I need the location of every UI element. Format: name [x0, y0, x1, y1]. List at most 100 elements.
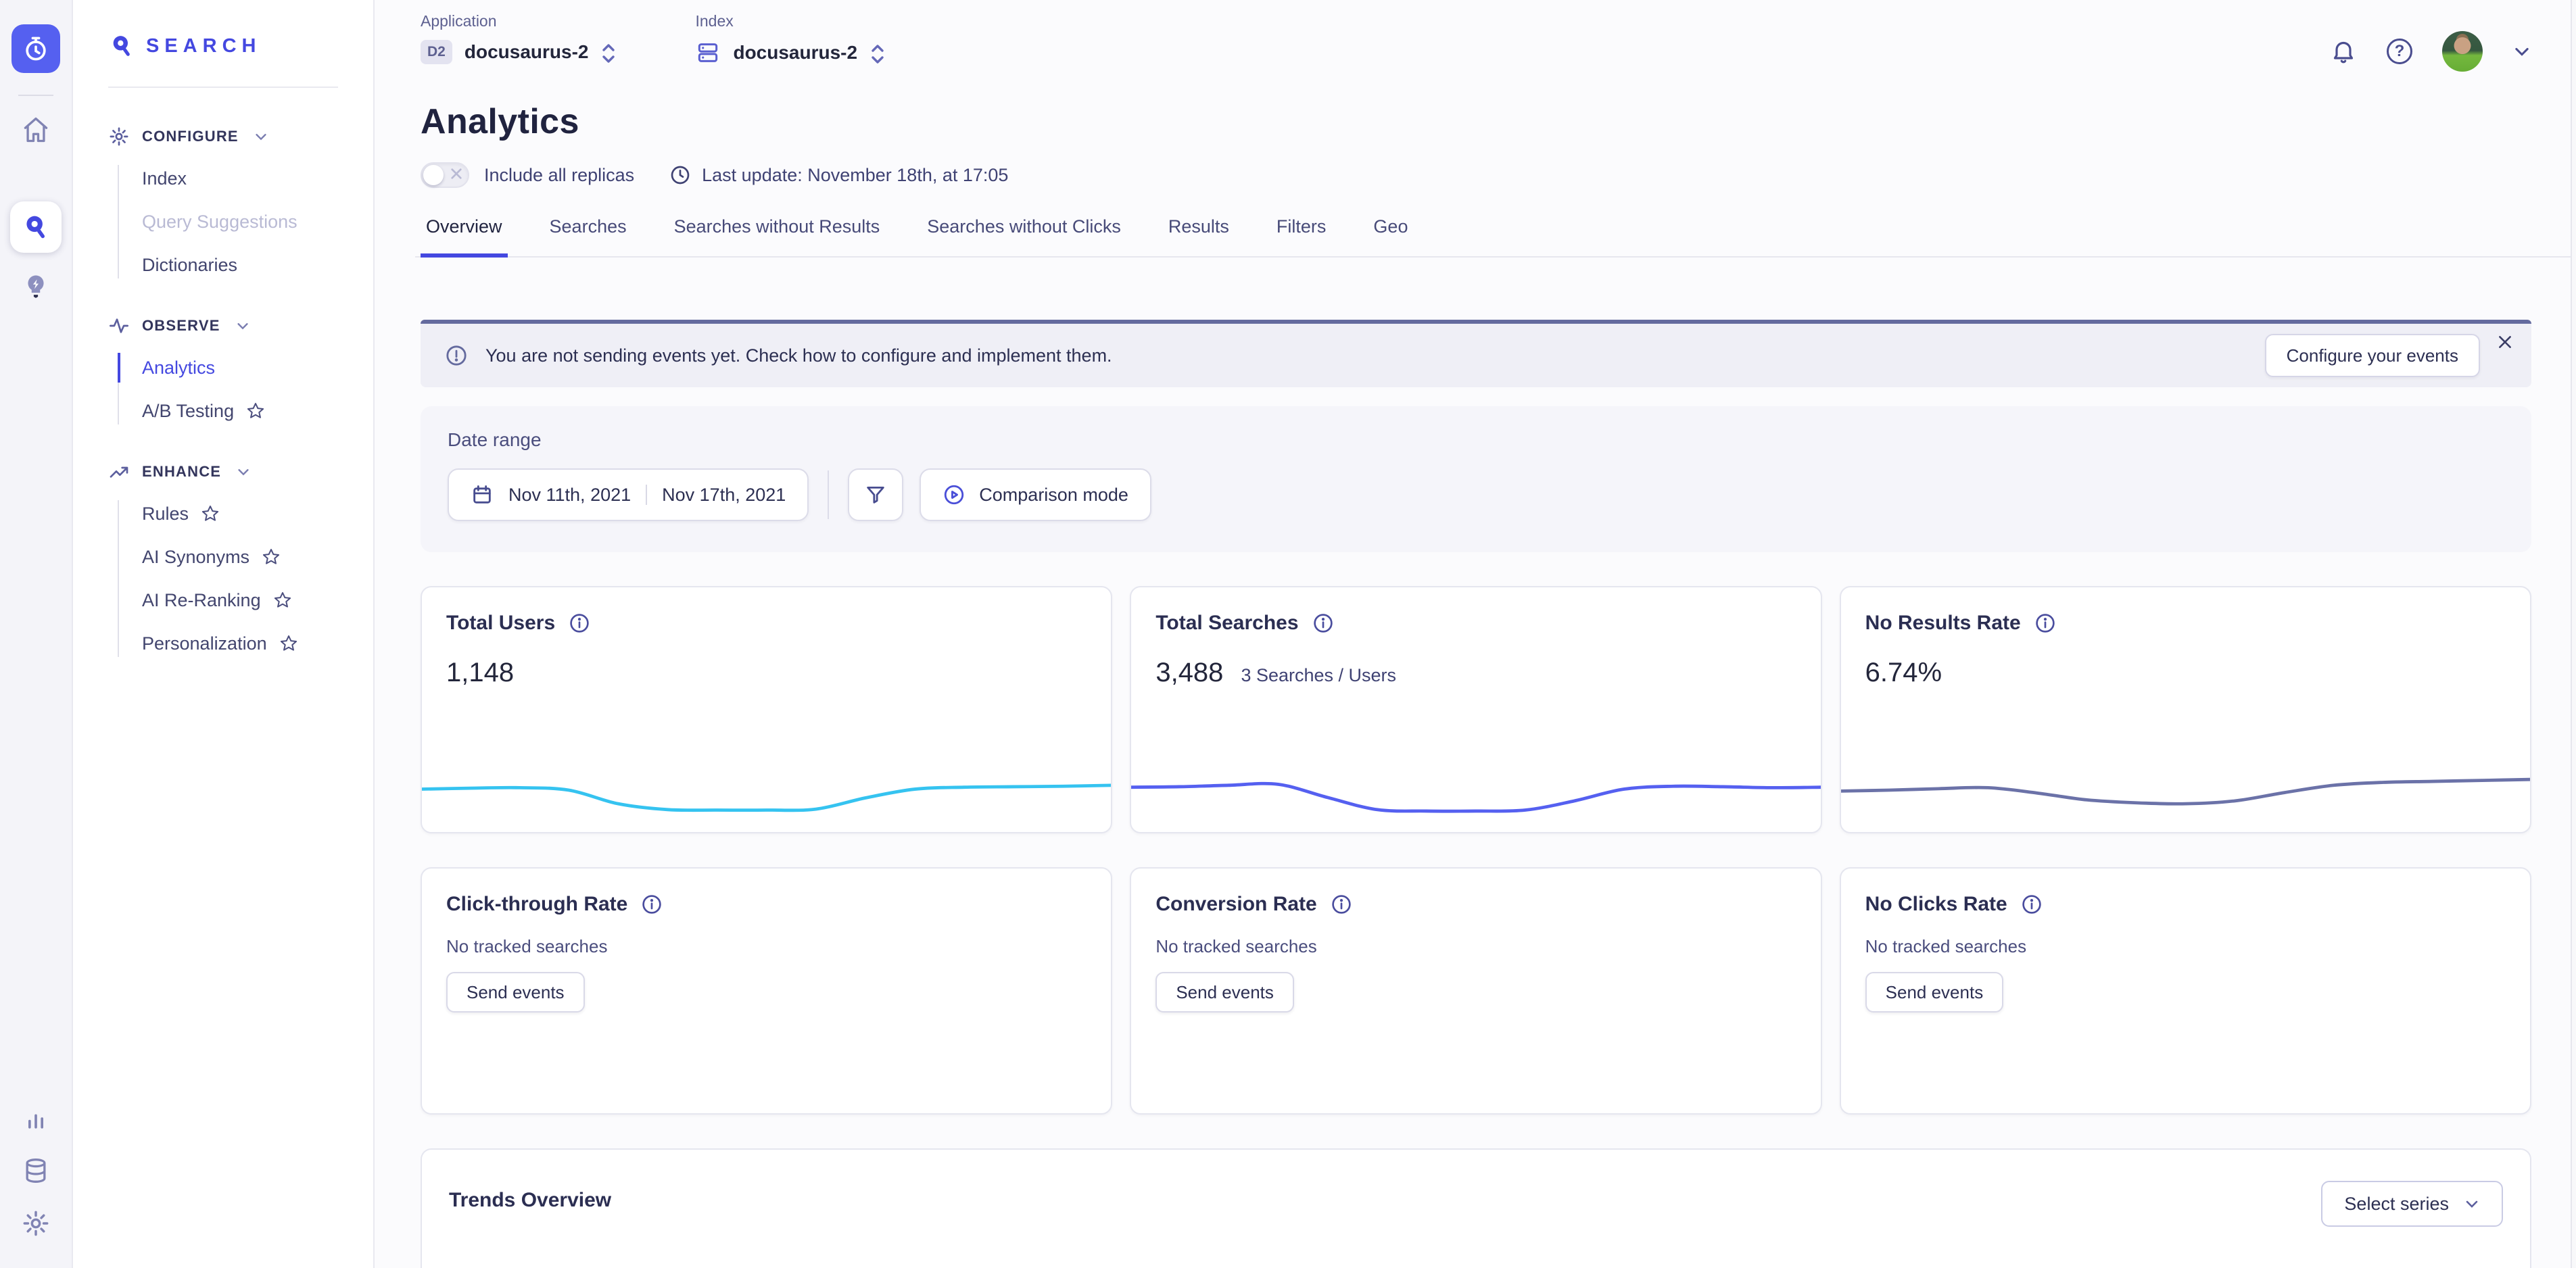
- info-icon[interactable]: [2021, 894, 2043, 915]
- filter-button[interactable]: [848, 468, 903, 521]
- nav-section-configure: CONFIGURE Index Query Suggestions Dictio…: [108, 126, 341, 278]
- events-banner: You are not sending events yet. Check ho…: [421, 320, 2531, 387]
- select-arrows-icon: [600, 41, 617, 63]
- search-logo[interactable]: SEARCH: [73, 0, 373, 87]
- date-end: Nov 17th, 2021: [662, 485, 786, 506]
- toggle-knob: [423, 165, 444, 185]
- sidebar-item-ab-testing[interactable]: A/B Testing: [142, 400, 341, 422]
- sidebar-item-personalization[interactable]: Personalization: [142, 633, 341, 654]
- account-chevron-down-icon[interactable]: [2512, 42, 2531, 61]
- star-icon[interactable]: [273, 591, 292, 610]
- tab-geo[interactable]: Geo: [1368, 216, 1413, 258]
- database-icon[interactable]: [21, 1156, 51, 1186]
- info-icon[interactable]: [2034, 612, 2056, 634]
- info-icon[interactable]: [1312, 612, 1334, 634]
- sidebar-item-label: Dictionaries: [142, 254, 237, 276]
- comparison-mode-button[interactable]: Comparison mode: [920, 468, 1151, 521]
- sidebar-item-label: AI Re-Ranking: [142, 589, 261, 611]
- tab-searches-without-results[interactable]: Searches without Results: [669, 216, 886, 258]
- icon-rail: [0, 0, 73, 1268]
- nav-section-header-enhance[interactable]: ENHANCE: [108, 461, 341, 483]
- kpi-value: 1,148: [446, 658, 514, 688]
- star-icon[interactable]: [262, 547, 281, 566]
- sidebar: SEARCH CONFIGURE Index: [73, 0, 375, 1268]
- notifications-bell-icon[interactable]: [2330, 38, 2357, 65]
- sidebar-item-index[interactable]: Index: [142, 168, 341, 189]
- tab-searches-without-clicks[interactable]: Searches without Clicks: [922, 216, 1126, 258]
- configure-events-button[interactable]: Configure your events: [2265, 334, 2480, 377]
- application-selector[interactable]: Application D2 docusaurus-2: [421, 12, 617, 64]
- settings-gear-icon[interactable]: [21, 1209, 51, 1238]
- nav-section-header-configure[interactable]: CONFIGURE: [108, 126, 341, 147]
- index-value: docusaurus-2: [733, 42, 857, 64]
- info-icon[interactable]: [1331, 894, 1352, 915]
- toggle-off[interactable]: [421, 162, 469, 188]
- scrollbar-track: [2571, 0, 2576, 1268]
- kpi-value: 6.74%: [1865, 658, 1942, 688]
- info-icon[interactable]: [641, 894, 663, 915]
- top-header: Application D2 docusaurus-2 Index: [421, 0, 2531, 72]
- kpi-empty-state: No tracked searches: [1865, 936, 2506, 957]
- kpi-card-no-clicks-rate: No Clicks Rate No tracked searches Send …: [1840, 867, 2531, 1115]
- index-selector[interactable]: Index docusaurus-2: [695, 12, 886, 66]
- kpi-note: 3 Searches / Users: [1241, 665, 1396, 686]
- nav-section-header-observe[interactable]: OBSERVE: [108, 315, 341, 337]
- kpi-card-total-searches: Total Searches 3,488 3 Searches / Users: [1130, 586, 1821, 833]
- tab-filters[interactable]: Filters: [1271, 216, 1332, 258]
- sidebar-item-analytics[interactable]: Analytics: [142, 357, 341, 379]
- help-icon[interactable]: ?: [2387, 39, 2412, 64]
- star-icon[interactable]: [279, 634, 298, 653]
- kpi-empty-state: No tracked searches: [446, 936, 1087, 957]
- tab-overview[interactable]: Overview: [421, 216, 508, 258]
- sparkline-total-searches: [1130, 760, 1821, 820]
- controls-divider: [828, 470, 829, 519]
- sidebar-item-query-suggestions[interactable]: Query Suggestions: [142, 211, 341, 233]
- search-pin-icon: [108, 32, 135, 59]
- chevron-down-icon: [2464, 1196, 2480, 1212]
- sidebar-item-ai-synonyms[interactable]: AI Synonyms: [142, 546, 341, 568]
- application-label: Application: [421, 12, 617, 30]
- sidebar-item-label: AI Synonyms: [142, 546, 249, 568]
- select-series-button[interactable]: Select series: [2321, 1181, 2503, 1227]
- include-replicas-toggle[interactable]: Include all replicas: [421, 162, 634, 188]
- close-icon[interactable]: [2496, 333, 2514, 351]
- send-events-button[interactable]: Send events: [1155, 972, 1294, 1013]
- sparkline-no-results-rate: [1840, 760, 2531, 820]
- chevron-down-icon: [236, 464, 251, 479]
- last-update-text: Last update: November 18th, at 17:05: [702, 165, 1008, 186]
- nav-section-observe: OBSERVE Analytics A/B Testing: [108, 315, 341, 424]
- play-circle-icon: [943, 483, 965, 506]
- kpi-row-1: Total Users 1,148 Total Searches 3,488 3…: [421, 586, 2531, 833]
- sidebar-item-rules[interactable]: Rules: [142, 503, 341, 525]
- toggle-label: Include all replicas: [484, 165, 634, 186]
- toggle-x-icon: [450, 168, 462, 180]
- sidebar-item-label: Index: [142, 168, 187, 189]
- date-range-panel: Date range Nov 11th, 2021 Nov 17th, 2021: [421, 406, 2531, 552]
- clock-icon: [669, 164, 691, 186]
- search-product-button[interactable]: [10, 201, 62, 253]
- last-update: Last update: November 18th, at 17:05: [669, 164, 1008, 186]
- gear-icon: [108, 126, 130, 147]
- sidebar-item-ai-re-ranking[interactable]: AI Re-Ranking: [142, 589, 341, 611]
- chevron-down-icon: [254, 129, 268, 144]
- info-icon[interactable]: [569, 612, 590, 634]
- home-icon[interactable]: [21, 115, 51, 145]
- sidebar-item-label: Query Suggestions: [142, 211, 297, 233]
- recommend-bulb-icon[interactable]: [21, 272, 51, 301]
- tab-bar: Overview Searches Searches without Resul…: [421, 216, 2531, 258]
- send-events-button[interactable]: Send events: [1865, 972, 2004, 1013]
- bar-chart-icon[interactable]: [21, 1103, 51, 1133]
- star-icon[interactable]: [246, 401, 265, 420]
- tab-searches[interactable]: Searches: [544, 216, 632, 258]
- index-label: Index: [695, 12, 886, 30]
- avatar[interactable]: [2442, 31, 2483, 72]
- date-range-button[interactable]: Nov 11th, 2021 Nov 17th, 2021: [448, 468, 809, 521]
- tab-results[interactable]: Results: [1163, 216, 1235, 258]
- sidebar-item-dictionaries[interactable]: Dictionaries: [142, 254, 341, 276]
- send-events-button[interactable]: Send events: [446, 972, 585, 1013]
- main-content: Application D2 docusaurus-2 Index: [375, 0, 2576, 1268]
- kpi-value: 3,488: [1155, 658, 1223, 688]
- star-icon[interactable]: [201, 504, 220, 523]
- app-launcher-button[interactable]: [11, 24, 60, 73]
- sidebar-item-label: Personalization: [142, 633, 267, 654]
